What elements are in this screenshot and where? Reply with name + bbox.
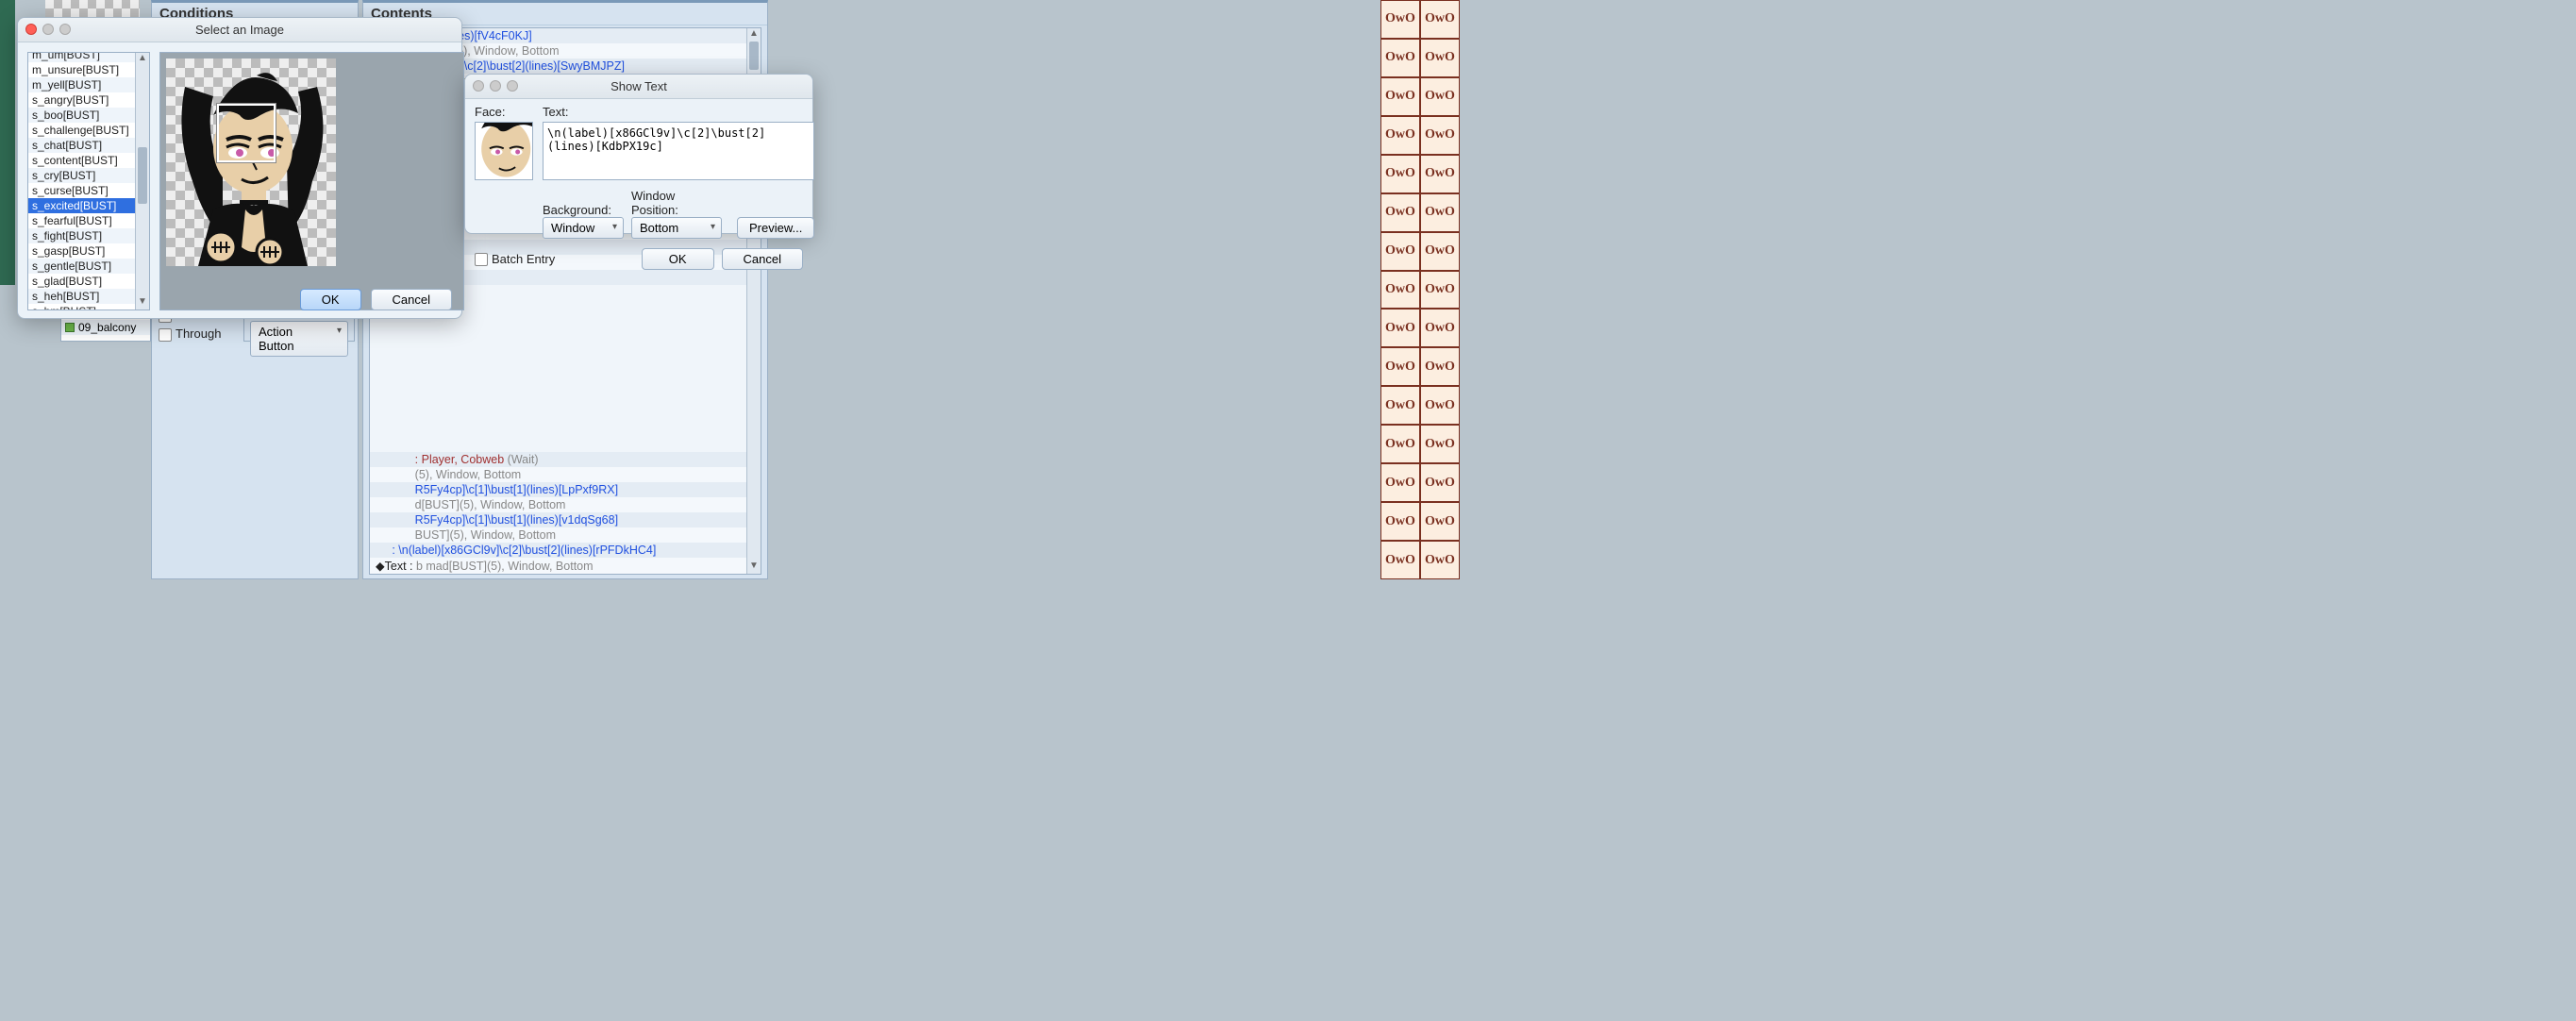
tileset-tile[interactable]: OwO	[1420, 116, 1460, 155]
tileset-tile[interactable]: OwO	[1380, 347, 1420, 386]
show-text-cancel-button[interactable]: Cancel	[722, 248, 803, 270]
zoom-icon[interactable]	[59, 24, 71, 35]
tileset-tile[interactable]: OwO	[1420, 541, 1460, 579]
code-line[interactable]: ◆Text : b mad[BUST](5), Window, Bottom	[370, 558, 746, 574]
image-list-item[interactable]: s_angry[BUST]	[28, 92, 149, 108]
tileset-tile[interactable]: OwO	[1380, 0, 1420, 39]
code-line[interactable]: : Player, Cobweb (Wait)	[370, 452, 746, 467]
tileset-tile[interactable]: OwO	[1420, 271, 1460, 310]
bust-portrait	[166, 59, 336, 266]
tileset-tile[interactable]: OwO	[1380, 502, 1420, 541]
show-text-window: Show Text Face:	[464, 74, 813, 234]
image-list-item[interactable]: s_fearful[BUST]	[28, 213, 149, 228]
image-list-item[interactable]: s_challenge[BUST]	[28, 123, 149, 138]
preview-button[interactable]: Preview...	[737, 217, 814, 239]
tileset-tile[interactable]: OwO	[1380, 77, 1420, 116]
tileset-tile[interactable]: OwO	[1380, 425, 1420, 463]
tileset-tile[interactable]: OwO	[1420, 232, 1460, 271]
tileset-tile[interactable]: OwO	[1420, 386, 1460, 425]
image-list-item[interactable]: s_fight[BUST]	[28, 228, 149, 243]
tileset-palette[interactable]: OwOOwOOwOOwOOwOOwOOwOOwOOwOOwOOwOOwOOwOO…	[1380, 0, 1460, 579]
tileset-tile[interactable]: OwO	[1420, 502, 1460, 541]
image-list-item[interactable]: s_chat[BUST]	[28, 138, 149, 153]
tileset-tile[interactable]: OwO	[1420, 347, 1460, 386]
zoom-icon[interactable]	[507, 80, 518, 92]
tileset-tile[interactable]: OwO	[1380, 309, 1420, 347]
tileset-tile[interactable]: OwO	[1420, 309, 1460, 347]
through-checkbox[interactable]: Through	[159, 326, 221, 341]
tileset-tile[interactable]: OwO	[1380, 193, 1420, 232]
image-list-item[interactable]: s_boo[BUST]	[28, 108, 149, 123]
code-line[interactable]: BUST](5), Window, Bottom	[370, 527, 746, 543]
tileset-tile[interactable]: OwO	[1380, 116, 1420, 155]
code-line[interactable]: R5Fy4cp]\c[1]\bust[1](lines)[v1dqSg68]	[370, 512, 746, 527]
image-list-item[interactable]: s_hm[BUST]	[28, 304, 149, 310]
image-list-item[interactable]: s_curse[BUST]	[28, 183, 149, 198]
code-line[interactable]: d[BUST](5), Window, Bottom	[370, 497, 746, 512]
tileset-tile[interactable]: OwO	[1420, 0, 1460, 39]
tileset-tile[interactable]: OwO	[1420, 39, 1460, 77]
background-label: Background:	[543, 203, 624, 217]
close-icon[interactable]	[473, 80, 484, 92]
batch-entry-checkbox[interactable]: Batch Entry	[475, 252, 555, 267]
code-line[interactable]: : \n(label)[x86GCl9v]\c[2]\bust[2](lines…	[370, 543, 746, 558]
tileset-tile[interactable]: OwO	[1420, 193, 1460, 232]
tileset-tile[interactable]: OwO	[1380, 271, 1420, 310]
tileset-tile[interactable]: OwO	[1380, 463, 1420, 502]
tileset-tile[interactable]: OwO	[1380, 39, 1420, 77]
background-select[interactable]: Window	[543, 217, 624, 239]
minimize-icon[interactable]	[42, 24, 54, 35]
code-line[interactable]: (5), Window, Bottom	[370, 467, 746, 482]
image-list-item[interactable]: m_um[BUST]	[28, 52, 149, 62]
show-text-ok-button[interactable]: OK	[642, 248, 714, 270]
tileset-tile[interactable]: OwO	[1380, 155, 1420, 193]
text-label: Text:	[543, 105, 814, 119]
image-list-item[interactable]: m_unsure[BUST]	[28, 62, 149, 77]
window-position-select[interactable]: Bottom	[631, 217, 722, 239]
image-list-item[interactable]: s_gasp[BUST]	[28, 243, 149, 259]
tileset-tile[interactable]: OwO	[1420, 463, 1460, 502]
select-image-ok-button[interactable]: OK	[300, 289, 361, 310]
tileset-tile[interactable]: OwO	[1380, 232, 1420, 271]
image-preview[interactable]	[159, 52, 464, 310]
face-label: Face:	[475, 105, 533, 119]
tileset-tile[interactable]: OwO	[1420, 425, 1460, 463]
image-list-item[interactable]: s_heh[BUST]	[28, 289, 149, 304]
sidebar-09: 09_balcony	[78, 321, 136, 334]
tileset-tile[interactable]: OwO	[1420, 77, 1460, 116]
window-position-label: Window Position:	[631, 189, 722, 217]
face-selector[interactable]	[475, 122, 533, 180]
tileset-tile[interactable]: OwO	[1380, 541, 1420, 579]
show-text-title: Show Text	[611, 79, 667, 93]
image-list[interactable]: m_um[BUST]m_unsure[BUST]m_yell[BUST]s_an…	[27, 52, 150, 310]
select-image-window: Select an Image m_um[BUST]m_unsure[BUST]…	[17, 17, 462, 319]
select-image-title: Select an Image	[195, 23, 284, 37]
minimize-icon[interactable]	[490, 80, 501, 92]
image-list-item[interactable]: m_yell[BUST]	[28, 77, 149, 92]
code-line[interactable]: R5Fy4cp]\c[1]\bust[1](lines)[LpPxf9RX]	[370, 482, 746, 497]
trigger-select[interactable]: Action Button	[250, 321, 348, 357]
tileset-tile[interactable]: OwO	[1380, 386, 1420, 425]
image-list-item[interactable]: s_gentle[BUST]	[28, 259, 149, 274]
image-list-item[interactable]: s_glad[BUST]	[28, 274, 149, 289]
image-list-item[interactable]: s_cry[BUST]	[28, 168, 149, 183]
select-image-cancel-button[interactable]: Cancel	[371, 289, 452, 310]
image-list-item[interactable]: s_excited[BUST]	[28, 198, 149, 213]
text-input[interactable]	[543, 122, 814, 180]
image-list-item[interactable]: s_content[BUST]	[28, 153, 149, 168]
close-icon[interactable]	[25, 24, 37, 35]
tileset-tile[interactable]: OwO	[1420, 155, 1460, 193]
